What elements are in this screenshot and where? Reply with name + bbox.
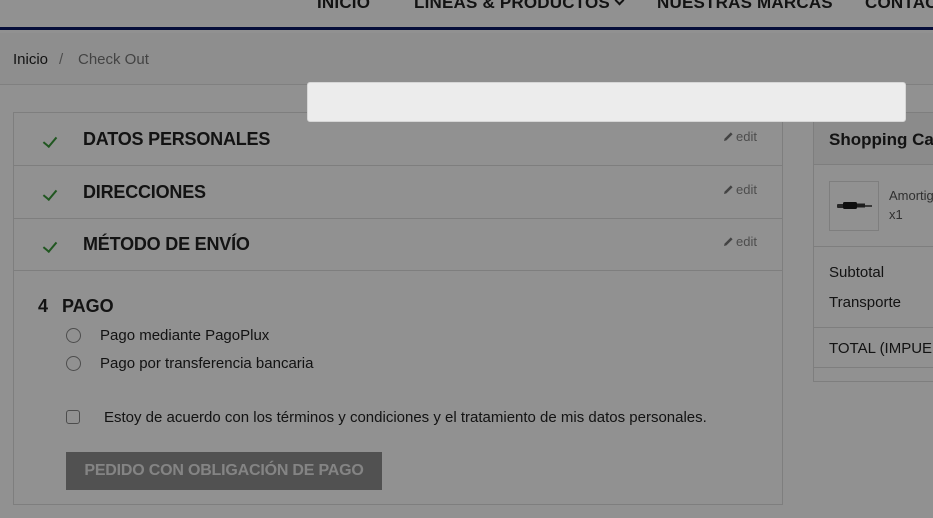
- loading-modal: [307, 82, 906, 122]
- modal-overlay[interactable]: [0, 0, 933, 518]
